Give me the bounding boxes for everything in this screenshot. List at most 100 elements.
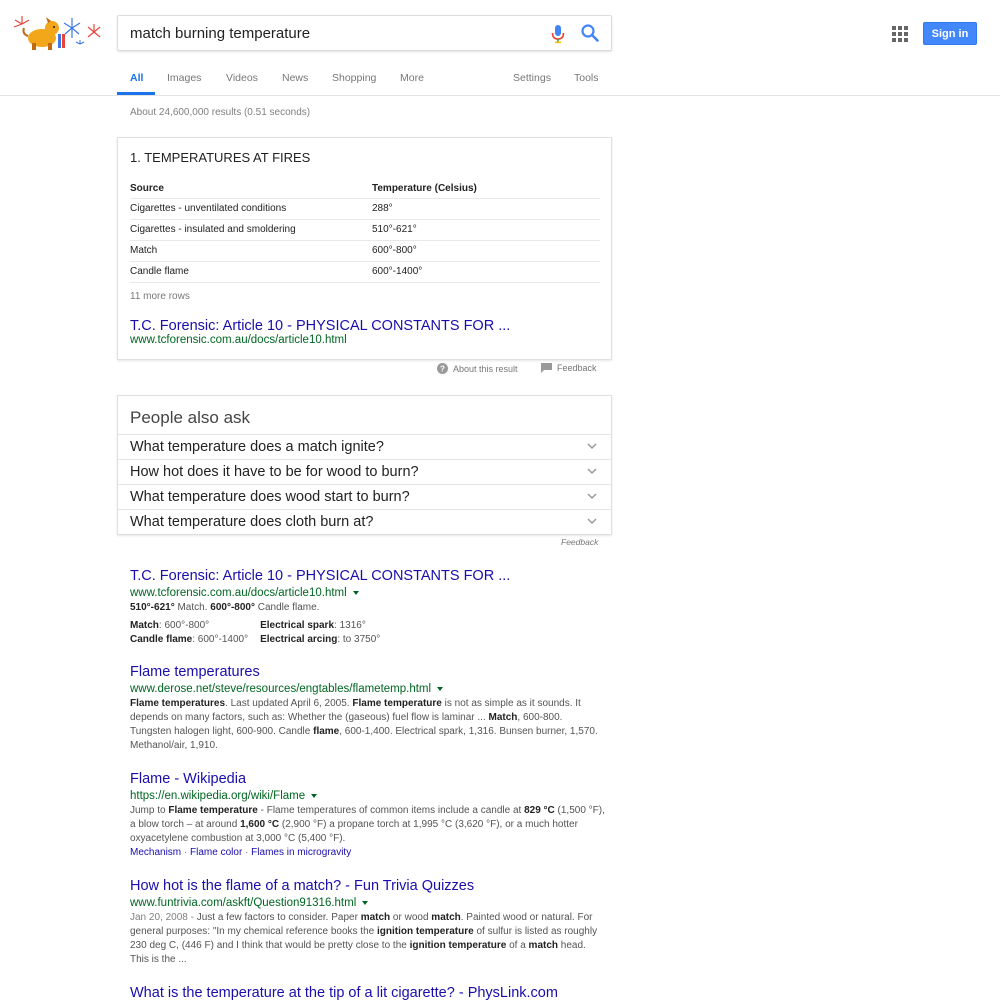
- snippet-bold: 510°-621°: [130, 602, 175, 613]
- grid-value: : 1316°: [334, 620, 366, 631]
- snippet-table: Source Temperature (Celsius) Cigarettes …: [130, 180, 600, 283]
- snippet-result-link[interactable]: T.C. Forensic: Article 10 - PHYSICAL CON…: [130, 318, 510, 334]
- about-this-result[interactable]: ? About this result: [437, 363, 518, 374]
- tab-shopping[interactable]: Shopping: [332, 72, 376, 84]
- snippet-bold: Flame temperature: [352, 698, 442, 709]
- result-snippet: Flame temperatures. Last updated April 6…: [130, 697, 605, 753]
- google-doodle-logo[interactable]: [10, 14, 105, 52]
- table-row: Cigarettes - insulated and smoldering 51…: [130, 219, 600, 241]
- snippet-feedback[interactable]: Feedback: [541, 363, 597, 373]
- caret-down-icon[interactable]: [437, 687, 444, 691]
- result-title-link[interactable]: What is the temperature at the tip of a …: [130, 984, 605, 1000]
- search-icon[interactable]: [580, 23, 600, 43]
- table-header: Temperature (Celsius): [372, 180, 600, 199]
- feedback-label: Feedback: [557, 363, 597, 373]
- result-snippet: Jan 20, 2008 - Just a few factors to con…: [130, 911, 605, 967]
- snippet-bold: 600°-800°: [210, 602, 255, 613]
- result-snippet: Jump to Flame temperature - Flame temper…: [130, 804, 605, 846]
- sitelink[interactable]: Flames in microgravity: [251, 847, 351, 858]
- table-row: Cigarettes - unventilated conditions 288…: [130, 198, 600, 220]
- apps-grid-icon[interactable]: [892, 26, 908, 42]
- paa-title: People also ask: [130, 408, 251, 427]
- search-result: What is the temperature at the tip of a …: [130, 984, 605, 1000]
- tab-more[interactable]: More: [400, 72, 424, 84]
- caret-down-icon[interactable]: [362, 901, 369, 905]
- result-url: www.tcforensic.com.au/docs/article10.htm…: [130, 585, 605, 601]
- snippet-text: - Flame temperatures of common items inc…: [257, 805, 525, 816]
- table-header: Source: [130, 180, 372, 199]
- result-title-link[interactable]: Flame temperatures: [130, 663, 605, 681]
- more-rows-link[interactable]: 11 more rows: [130, 291, 190, 302]
- grid-value: : 600°-1400°: [192, 634, 249, 645]
- paa-question-text: What temperature does cloth burn at?: [130, 514, 374, 530]
- grid-label: Candle flame: [130, 634, 193, 645]
- result-data-grid: Match: 600°-800° Candle flame: 600°-1400…: [130, 619, 605, 647]
- sitelink-separator: ·: [181, 847, 191, 858]
- about-this-result-label: About this result: [453, 363, 518, 374]
- grid-column: Match: 600°-800° Candle flame: 600°-1400…: [130, 619, 248, 647]
- tab-tools[interactable]: Tools: [574, 72, 599, 84]
- table-row: Match 600°-800°: [130, 240, 600, 262]
- paa-question[interactable]: What temperature does a match ignite?: [118, 434, 611, 459]
- search-result: Flame - Wikipedia https://en.wikipedia.o…: [130, 770, 605, 860]
- grid-label: Electrical arcing: [260, 634, 338, 645]
- tab-all[interactable]: All: [130, 72, 143, 84]
- snippet-result-url: www.tcforensic.com.au/docs/article10.htm…: [130, 334, 347, 346]
- tab-settings[interactable]: Settings: [513, 72, 551, 84]
- tab-videos[interactable]: Videos: [226, 72, 258, 84]
- result-date: Jan 20, 2008 -: [130, 912, 197, 923]
- sign-in-button[interactable]: Sign in: [923, 22, 977, 45]
- grid-value: : to 3750°: [337, 634, 381, 645]
- result-snippet: 510°-621° Match. 600°-800° Candle flame.: [130, 601, 605, 615]
- snippet-text: of a: [506, 940, 529, 951]
- paa-question[interactable]: What temperature does cloth burn at?: [118, 509, 611, 534]
- search-input[interactable]: [130, 16, 530, 50]
- result-url: https://en.wikipedia.org/wiki/Flame: [130, 788, 605, 804]
- snippet-text: or wood: [390, 912, 432, 923]
- table-cell: Cigarettes - unventilated conditions: [130, 198, 372, 220]
- result-title-link[interactable]: Flame - Wikipedia: [130, 770, 605, 788]
- header: Sign in All Images Videos News Shopping …: [0, 0, 1000, 96]
- search-result: T.C. Forensic: Article 10 - PHYSICAL CON…: [130, 567, 605, 647]
- search-result: How hot is the flame of a match? - Fun T…: [130, 877, 605, 967]
- snippet-title: 1. TEMPERATURES AT FIRES: [130, 150, 311, 165]
- snippet-text: Match.: [174, 602, 211, 613]
- grid-column: Electrical spark: 1316° Electrical arcin…: [260, 619, 380, 647]
- snippet-bold: ignition temperature: [409, 940, 507, 951]
- table-cell: 510°-621°: [372, 219, 600, 241]
- grid-value: : 600°-800°: [158, 620, 210, 631]
- paa-question[interactable]: How hot does it have to be for wood to b…: [118, 459, 611, 484]
- snippet-bold: match: [431, 912, 461, 923]
- paa-question[interactable]: What temperature does wood start to burn…: [118, 484, 611, 509]
- people-also-ask: People also ask What temperature does a …: [117, 395, 612, 535]
- paa-question-text: What temperature does wood start to burn…: [130, 489, 410, 505]
- table-cell: Candle flame: [130, 261, 372, 283]
- sitelink[interactable]: Flame color: [190, 847, 242, 858]
- snippet-bold: 1,600 °C: [240, 819, 280, 830]
- sitelink-separator: ·: [242, 847, 252, 858]
- sitelink[interactable]: Mechanism: [130, 847, 181, 858]
- result-title-link[interactable]: How hot is the flame of a match? - Fun T…: [130, 877, 605, 895]
- snippet-text: . Last updated April 6, 2005.: [225, 698, 353, 709]
- table-cell: 600°-800°: [372, 240, 600, 262]
- snippet-bold: 829 °C: [524, 805, 555, 816]
- microphone-icon[interactable]: [550, 24, 566, 44]
- snippet-text: Candle flame.: [254, 602, 320, 613]
- tab-news[interactable]: News: [282, 72, 308, 84]
- paa-feedback[interactable]: Feedback: [561, 537, 598, 547]
- table-cell: Match: [130, 240, 372, 262]
- active-tab-indicator: [117, 92, 155, 95]
- chevron-down-icon: [587, 493, 597, 500]
- snippet-bold: Flame temperatures: [130, 698, 226, 709]
- result-sitelinks: Mechanism · Flame color · Flames in micr…: [130, 846, 605, 860]
- paa-question-text: What temperature does a match ignite?: [130, 439, 384, 455]
- caret-down-icon[interactable]: [311, 794, 318, 798]
- tab-images[interactable]: Images: [167, 72, 201, 84]
- result-title-link[interactable]: T.C. Forensic: Article 10 - PHYSICAL CON…: [130, 567, 605, 585]
- chevron-down-icon: [587, 443, 597, 450]
- snippet-bold: match: [528, 940, 558, 951]
- caret-down-icon[interactable]: [352, 591, 359, 595]
- snippet-bold: flame: [313, 726, 340, 737]
- table-cell: 288°: [372, 198, 600, 220]
- snippet-bold: match: [360, 912, 391, 923]
